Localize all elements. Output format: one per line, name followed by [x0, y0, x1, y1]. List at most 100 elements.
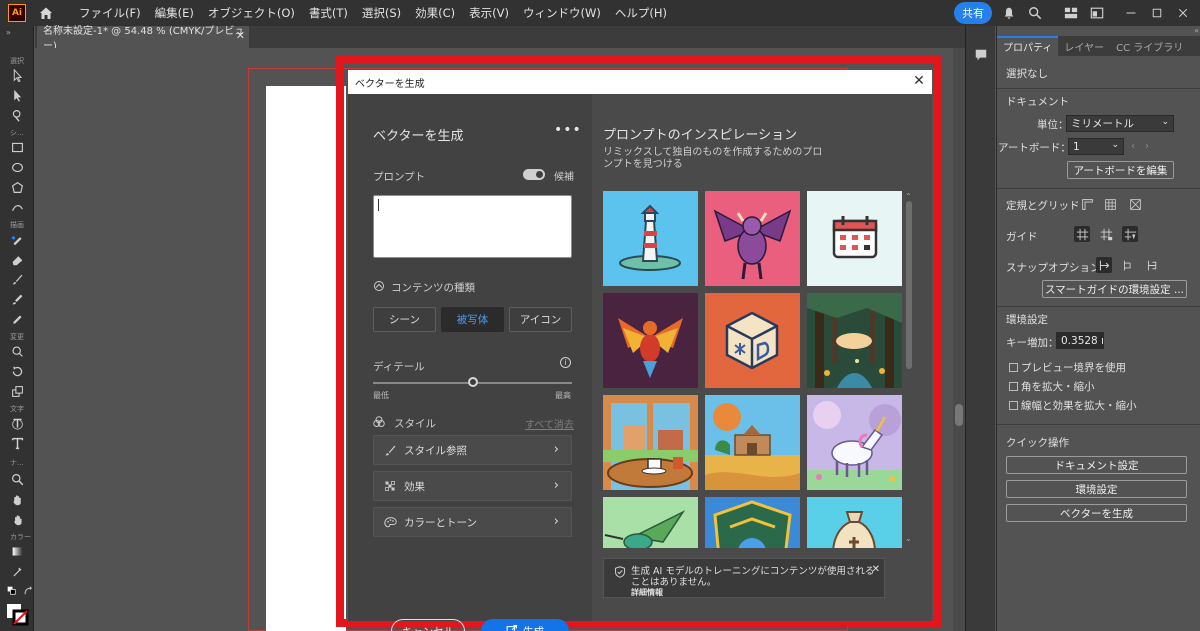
generate-button[interactable]: 生成 — [481, 619, 569, 631]
share-button[interactable]: 共有 — [954, 2, 992, 24]
checkbox-box[interactable] — [1009, 382, 1018, 391]
checkbox-scale-corners[interactable]: 角を拡大・縮小 — [1009, 379, 1095, 394]
swap-colors-icon[interactable] — [20, 584, 36, 598]
thumbnail-dice-cube[interactable] — [705, 293, 800, 388]
scroll-down-arrow-icon[interactable]: ⌄ — [905, 534, 912, 543]
thumbnail-lighthouse[interactable] — [603, 191, 698, 286]
thumbnail-cafe-window[interactable] — [603, 395, 698, 490]
checkbox-scale-strokes-effects[interactable]: 線幅と効果を拡大・縮小 — [1009, 398, 1137, 413]
zoom-tool-icon[interactable] — [9, 472, 25, 486]
brush-tool-icon[interactable] — [9, 272, 25, 286]
close-notice-icon[interactable]: ✕ — [872, 564, 880, 575]
comments-icon[interactable] — [973, 48, 989, 62]
learn-more-link[interactable]: 詳細情報 — [631, 587, 663, 598]
guides-lock-icon[interactable] — [1098, 226, 1114, 242]
fill-stroke-swatch-icon[interactable] — [5, 602, 29, 626]
menu-select[interactable]: 選択(S) — [355, 5, 408, 21]
panel-collapse-icon[interactable]: « — [1194, 26, 1199, 35]
tab-properties[interactable]: プロパティ — [997, 36, 1059, 56]
thumbnail-desert-temple[interactable] — [705, 395, 800, 490]
thumbnail-hummingbird[interactable] — [603, 497, 698, 548]
menu-window[interactable]: ウィンドウ(W) — [516, 5, 608, 21]
document-setup-button[interactable]: ドキュメント設定 — [1006, 456, 1187, 474]
scale-tool-icon[interactable] — [9, 384, 25, 398]
document-tab[interactable]: 名称未設定-1* @ 54.48 % (CMYK/プレビュー) ✕ — [37, 26, 249, 52]
gradient-tool-icon[interactable] — [9, 544, 25, 558]
artboard-select[interactable]: 1 ⌄ — [1068, 138, 1124, 155]
tab-layers[interactable]: レイヤー — [1058, 36, 1110, 56]
transparency-grid-icon[interactable] — [1127, 196, 1143, 212]
inspiration-scroll-thumb[interactable] — [906, 201, 912, 369]
content-type-subject[interactable]: 被写体 — [441, 307, 504, 332]
pen-tool-icon[interactable] — [9, 232, 25, 246]
bell-icon[interactable] — [1000, 4, 1018, 22]
smart-guides-icon[interactable] — [1122, 226, 1138, 242]
checkbox-preview-bounds[interactable]: プレビュー境界を使用 — [1009, 360, 1126, 375]
type-on-path-tool-icon[interactable] — [9, 416, 25, 430]
menu-effect[interactable]: 効果(C) — [408, 5, 462, 21]
minimize-icon[interactable] — [1122, 4, 1140, 22]
default-colors-icon[interactable] — [4, 584, 20, 598]
width-tool-icon[interactable] — [9, 344, 25, 358]
thumbnail-calendar[interactable] — [807, 191, 902, 286]
edit-artboard-button[interactable]: アートボードを編集 — [1067, 161, 1174, 179]
pencil-tool-icon[interactable] — [9, 312, 25, 326]
shaper-tool-icon[interactable] — [9, 200, 25, 214]
ellipse-tool-icon[interactable] — [9, 160, 25, 174]
polygon-tool-icon[interactable] — [9, 180, 25, 194]
accordion-effects[interactable]: 効果 › — [373, 471, 572, 501]
magic-wand-tool-icon[interactable] — [9, 108, 25, 122]
menu-type[interactable]: 書式(T) — [302, 5, 355, 21]
close-icon[interactable]: ✕ — [910, 72, 928, 90]
blob-brush-tool-icon[interactable] — [9, 292, 25, 306]
accordion-color-tone[interactable]: カラーとトーン › — [373, 507, 572, 537]
thumbnail-money-bag[interactable] — [807, 497, 902, 548]
content-type-icon-option[interactable]: アイコン — [509, 307, 572, 332]
rectangle-tool-icon[interactable] — [9, 140, 25, 154]
suggestions-toggle[interactable] — [523, 169, 545, 180]
menu-view[interactable]: 表示(V) — [462, 5, 516, 21]
menu-help[interactable]: ヘルプ(H) — [608, 5, 674, 21]
type-tool-icon[interactable] — [9, 436, 25, 450]
prompt-input[interactable] — [373, 195, 572, 258]
more-options-icon[interactable]: ••• — [554, 122, 582, 138]
snap-to-point-icon[interactable] — [1096, 257, 1112, 273]
info-icon[interactable]: i — [560, 357, 571, 368]
tab-cc-libraries[interactable]: CC ライブラリ — [1110, 36, 1189, 56]
rotate-view-tool-icon[interactable] — [9, 512, 25, 526]
checkbox-box[interactable] — [1009, 363, 1018, 372]
snap-to-pixel-icon[interactable] — [1120, 257, 1136, 273]
unit-select[interactable]: ミリメートル ⌄ — [1066, 115, 1174, 132]
home-icon[interactable] — [38, 5, 54, 21]
grid-icon[interactable] — [1102, 196, 1118, 212]
eyedropper-tool-icon[interactable] — [9, 564, 25, 578]
workspace-grid-icon[interactable] — [1062, 4, 1080, 22]
generate-vector-quick-button[interactable]: ベクターを生成 — [1006, 504, 1187, 522]
detail-slider-handle[interactable] — [467, 377, 478, 387]
search-icon[interactable] — [1026, 4, 1044, 22]
cancel-button[interactable]: キャンセル — [391, 619, 465, 631]
hand-tool-icon[interactable] — [9, 492, 25, 506]
close-tab-icon[interactable]: ✕ — [236, 29, 245, 42]
eraser-tool-icon[interactable] — [9, 252, 25, 266]
rotate-tool-icon[interactable] — [9, 364, 25, 378]
preferences-button[interactable]: 環境設定 — [1006, 480, 1187, 498]
scroll-up-arrow-icon[interactable]: ⌃ — [905, 192, 912, 201]
thumbnail-phoenix[interactable] — [603, 293, 698, 388]
menu-file[interactable]: ファイル(F) — [72, 5, 148, 21]
snap-to-glyph-icon[interactable] — [1144, 257, 1160, 273]
menu-object[interactable]: オブジェクト(O) — [201, 5, 302, 21]
reset-all-link[interactable]: すべて消去 — [525, 416, 574, 431]
canvas-vertical-scrollbar[interactable] — [953, 48, 965, 631]
key-increment-input[interactable]: 0.3528 m — [1056, 332, 1104, 349]
direct-selection-tool-icon[interactable] — [9, 88, 25, 102]
guides-show-icon[interactable] — [1074, 226, 1090, 242]
maximize-icon[interactable] — [1148, 4, 1166, 22]
thumbnail-unicorn[interactable] — [807, 395, 902, 490]
accordion-style-reference[interactable]: スタイル参照 › — [373, 435, 572, 465]
smart-guides-prefs-button[interactable]: スマートガイドの環境設定 ... — [1042, 280, 1187, 298]
content-type-scene[interactable]: シーン — [373, 307, 436, 332]
selection-tool-icon[interactable] — [9, 68, 25, 82]
menu-edit[interactable]: 編集(E) — [148, 5, 201, 21]
collapse-chevron-icon[interactable]: » — [6, 28, 11, 37]
